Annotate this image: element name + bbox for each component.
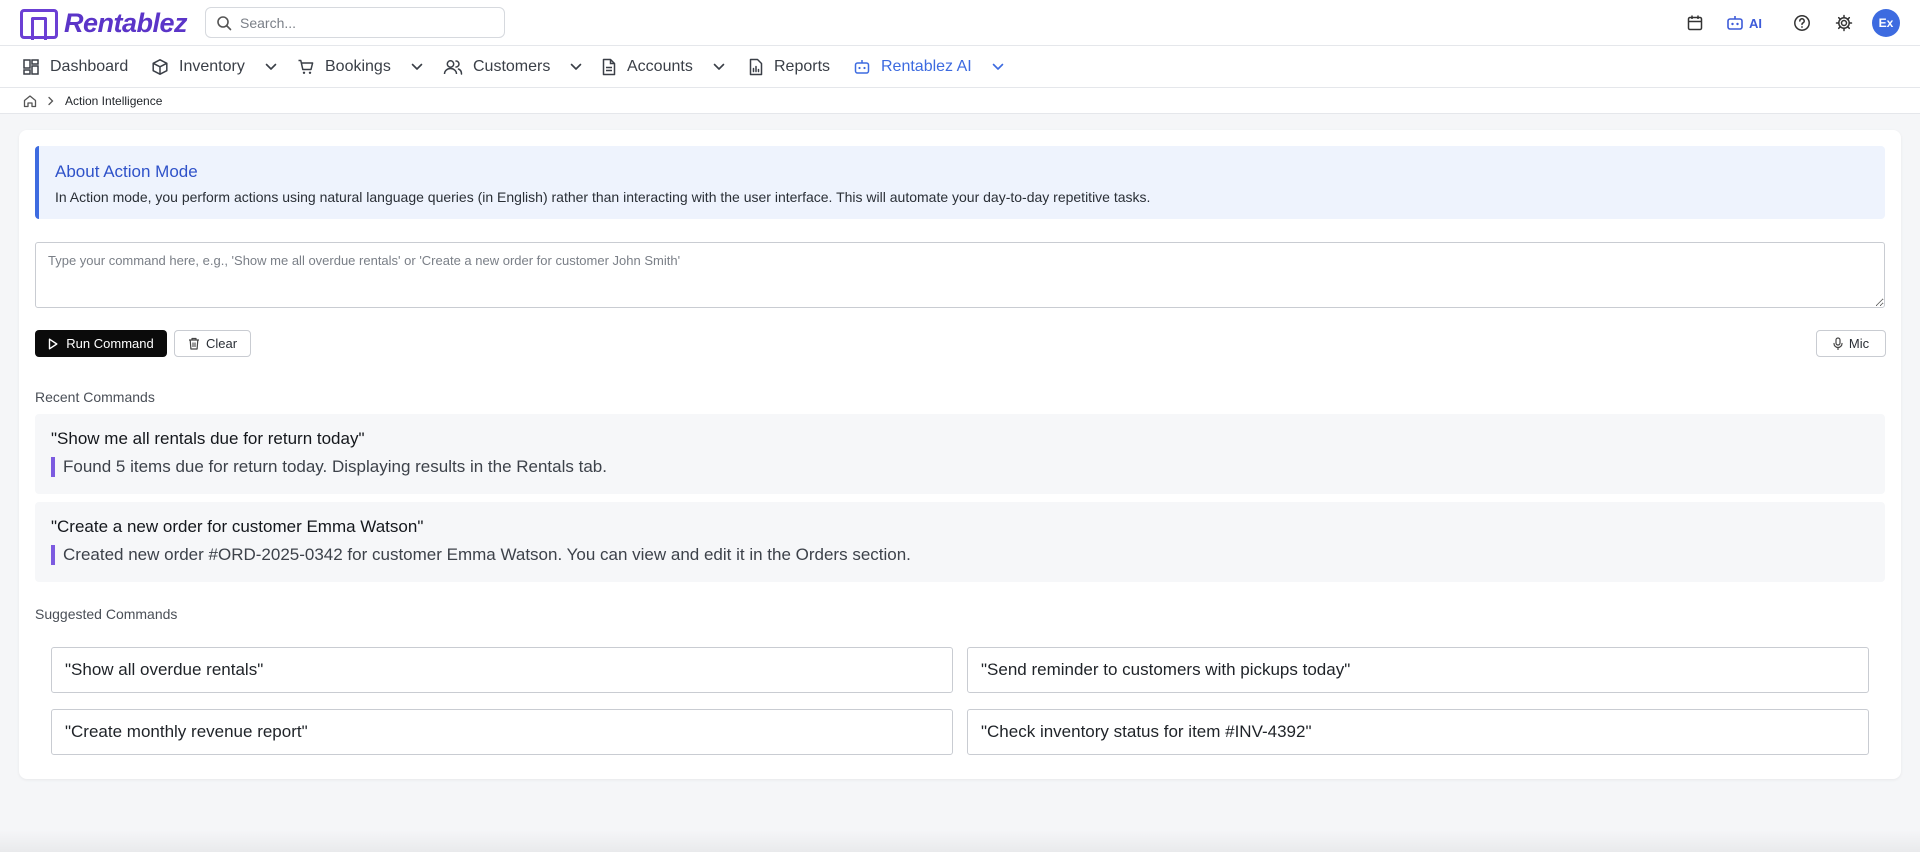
recent-command-response: Found 5 items due for return today. Disp… xyxy=(51,457,1885,477)
recent-command-query: "Show me all rentals due for return toda… xyxy=(51,429,365,448)
nav-label: Rentablez AI xyxy=(881,58,972,75)
trash-icon xyxy=(188,337,200,350)
search-icon xyxy=(216,15,232,31)
main-nav: Dashboard Inventory Bookings Customers A… xyxy=(0,46,1920,88)
logo-mark-icon xyxy=(20,8,58,40)
suggested-command[interactable]: "Check inventory status for item #INV-43… xyxy=(967,709,1869,755)
page-bottom-edge xyxy=(0,830,1920,852)
recent-commands-heading: Recent Commands xyxy=(35,389,155,405)
microphone-icon xyxy=(1833,337,1843,350)
suggested-command[interactable]: "Show all overdue rentals" xyxy=(51,647,953,693)
users-icon xyxy=(443,58,463,76)
top-bar: Rentablez AI Ex xyxy=(0,0,1920,46)
recent-command-query: "Create a new order for customer Emma Wa… xyxy=(51,517,424,536)
nav-item-rentablez-ai[interactable]: Rentablez AI xyxy=(853,46,1004,88)
nav-item-bookings[interactable]: Bookings xyxy=(297,46,423,88)
search-input[interactable] xyxy=(240,14,490,31)
help-icon[interactable] xyxy=(1788,9,1816,37)
suggested-commands-heading: Suggested Commands xyxy=(35,606,178,622)
nav-item-customers[interactable]: Customers xyxy=(443,46,582,88)
mic-button[interactable]: Mic xyxy=(1816,330,1886,357)
gear-icon[interactable] xyxy=(1830,9,1858,37)
action-mode-card: About Action Mode In Action mode, you pe… xyxy=(19,130,1901,779)
play-icon xyxy=(48,338,58,350)
chevron-down-icon xyxy=(992,63,1004,71)
nav-label: Accounts xyxy=(627,58,693,75)
ai-button[interactable]: AI xyxy=(1725,14,1762,32)
app-name: Rentablez xyxy=(64,8,188,38)
robot-icon xyxy=(1725,14,1745,32)
avatar[interactable]: Ex xyxy=(1872,9,1900,37)
search-box[interactable] xyxy=(205,7,505,38)
clear-button[interactable]: Clear xyxy=(174,330,251,357)
run-command-label: Run Command xyxy=(66,336,154,351)
dashboard-icon xyxy=(22,58,40,76)
nav-label: Bookings xyxy=(325,58,391,75)
header-actions: AI Ex xyxy=(1681,9,1900,37)
robot-icon xyxy=(853,58,871,76)
nav-label: Customers xyxy=(473,58,551,75)
recent-command-item[interactable]: "Show me all rentals due for return toda… xyxy=(35,414,1885,494)
run-command-button[interactable]: Run Command xyxy=(35,330,167,357)
about-text: In Action mode, you perform actions usin… xyxy=(55,189,1151,205)
recent-command-response: Created new order #ORD-2025-0342 for cus… xyxy=(51,545,1885,565)
nav-label: Inventory xyxy=(179,58,245,75)
command-input[interactable] xyxy=(35,242,1885,308)
mic-label: Mic xyxy=(1848,336,1870,351)
report-icon xyxy=(748,58,764,76)
about-panel: About Action Mode In Action mode, you pe… xyxy=(35,146,1885,219)
chevron-down-icon xyxy=(570,63,582,71)
breadcrumb: Action Intelligence xyxy=(0,88,1920,114)
home-icon[interactable] xyxy=(23,94,37,108)
nav-item-reports[interactable]: Reports xyxy=(748,46,830,88)
document-icon xyxy=(601,58,617,76)
suggested-command[interactable]: "Create monthly revenue report" xyxy=(51,709,953,755)
app-logo[interactable]: Rentablez xyxy=(20,8,188,40)
suggested-command[interactable]: "Send reminder to customers with pickups… xyxy=(967,647,1869,693)
chevron-right-icon xyxy=(47,96,55,106)
box-icon xyxy=(151,58,169,76)
chevron-down-icon xyxy=(713,63,725,71)
ai-label: AI xyxy=(1749,15,1762,31)
chevron-down-icon xyxy=(265,63,277,71)
nav-item-accounts[interactable]: Accounts xyxy=(601,46,725,88)
about-title: About Action Mode xyxy=(55,162,198,181)
nav-item-dashboard[interactable]: Dashboard xyxy=(22,46,128,88)
recent-command-item[interactable]: "Create a new order for customer Emma Wa… xyxy=(35,502,1885,582)
clear-label: Clear xyxy=(205,336,238,351)
cart-icon xyxy=(297,58,315,76)
nav-label: Reports xyxy=(774,58,831,75)
nav-item-inventory[interactable]: Inventory xyxy=(151,46,277,88)
breadcrumb-current: Action Intelligence xyxy=(65,93,163,108)
nav-label: Dashboard xyxy=(50,58,129,75)
calendar-icon[interactable] xyxy=(1681,9,1709,37)
chevron-down-icon xyxy=(411,63,423,71)
